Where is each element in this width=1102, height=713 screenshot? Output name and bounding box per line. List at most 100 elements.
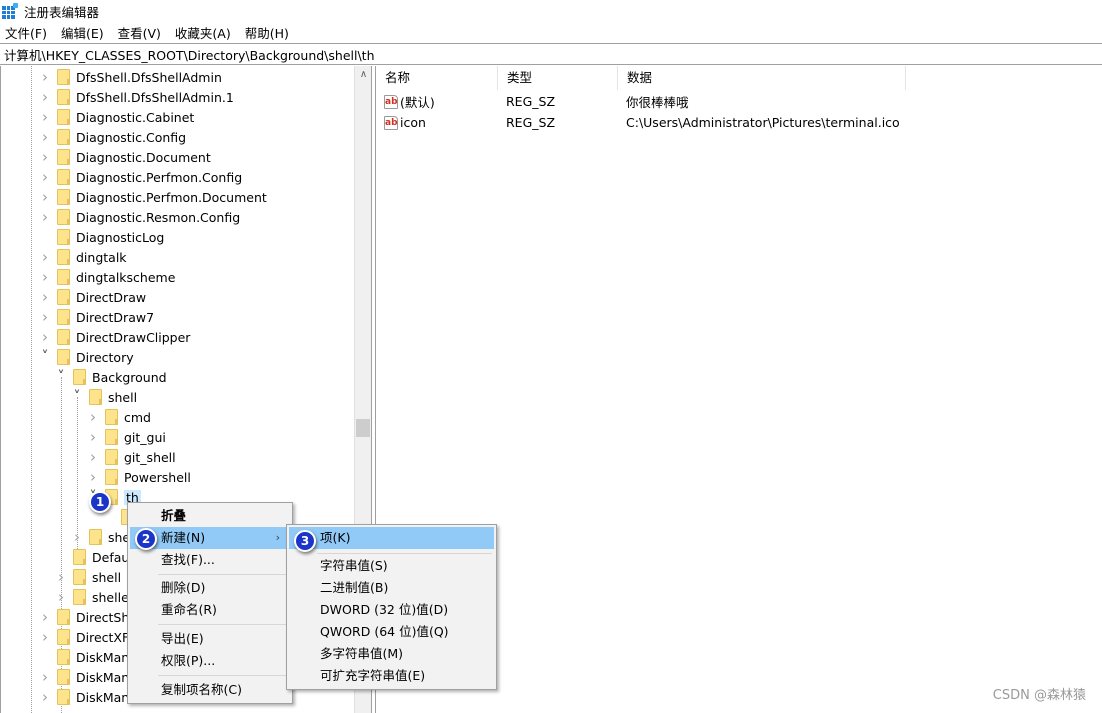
expand-chevron-icon[interactable]: › — [39, 167, 51, 187]
column-name[interactable]: 名称 — [376, 66, 498, 90]
expand-chevron-icon[interactable]: › — [39, 267, 51, 287]
address-bar[interactable]: 计算机\HKEY_CLASSES_ROOT\Directory\Backgrou… — [0, 43, 1102, 65]
menu-help[interactable]: 帮助(H) — [245, 23, 289, 42]
column-type[interactable]: 类型 — [498, 66, 618, 90]
menu-new-binary[interactable]: 二进制值(B) — [289, 577, 494, 599]
tree-item[interactable]: › dingtalk — [39, 247, 127, 267]
folder-icon — [57, 269, 70, 285]
tree-item-label: DirectDraw — [76, 289, 147, 305]
tree-item[interactable]: › cmd — [87, 407, 151, 427]
menu-export[interactable]: 导出(E) — [130, 628, 290, 650]
tree-connector — [39, 647, 51, 667]
tree-item[interactable]: › Diagnostic.Document — [39, 147, 211, 167]
tree-connector — [39, 227, 51, 247]
menu-view[interactable]: 查看(V) — [118, 23, 161, 42]
expand-chevron-icon[interactable]: › — [39, 247, 51, 267]
tree-item[interactable]: › dingtalkscheme — [39, 267, 175, 287]
expand-chevron-icon[interactable]: › — [39, 287, 51, 307]
collapse-chevron-icon[interactable]: ˅ — [71, 387, 83, 407]
tree-item[interactable]: ˅ shell — [71, 387, 137, 407]
menu-separator — [158, 574, 288, 575]
tree-item[interactable]: › she — [71, 527, 130, 547]
expand-chevron-icon[interactable]: › — [39, 67, 51, 87]
tree-item-label: Powershell — [124, 469, 191, 485]
value-row[interactable]: ab icon REG_SZ C:\Users\Administrator\Pi… — [376, 112, 1102, 133]
value-row[interactable]: ab (默认) REG_SZ 你很棒棒哦 — [376, 91, 1102, 112]
menu-collapse[interactable]: 折叠 — [130, 505, 290, 527]
tree-item[interactable]: › git_gui — [87, 427, 166, 447]
expand-chevron-icon[interactable]: › — [55, 587, 67, 607]
expand-chevron-icon[interactable]: › — [39, 687, 51, 707]
expand-chevron-icon[interactable]: › — [39, 127, 51, 147]
column-data[interactable]: 数据 — [618, 66, 906, 90]
expand-chevron-icon[interactable]: › — [39, 627, 51, 647]
step-badge-2: 2 — [135, 528, 157, 550]
expand-chevron-icon[interactable]: › — [87, 447, 99, 467]
folder-icon — [57, 289, 70, 305]
expand-chevron-icon[interactable]: › — [87, 407, 99, 427]
menu-new-string[interactable]: 字符串值(S) — [289, 555, 494, 577]
menu-find[interactable]: 查找(F)... — [130, 549, 290, 571]
collapse-chevron-icon[interactable]: ˅ — [39, 347, 51, 367]
tree-item[interactable]: › Diagnostic.Perfmon.Config — [39, 167, 242, 187]
scroll-up-icon[interactable]: ∧ — [355, 68, 371, 82]
expand-chevron-icon[interactable]: › — [39, 187, 51, 207]
tree-item[interactable]: › DirectDraw — [39, 287, 146, 307]
menu-new-dword[interactable]: DWORD (32 位)值(D) — [289, 599, 494, 621]
folder-icon — [73, 549, 86, 565]
tree-item[interactable]: › Powershell — [87, 467, 191, 487]
tree-item[interactable]: › Diagnostic.Config — [39, 127, 186, 147]
tree-item[interactable]: › Diagnostic.Perfmon.Document — [39, 187, 267, 207]
value-name: (默认) — [400, 95, 435, 110]
menu-favorites[interactable]: 收藏夹(A) — [175, 23, 231, 42]
expand-chevron-icon[interactable]: › — [39, 207, 51, 227]
tree-item[interactable]: › DirectSho — [39, 607, 137, 627]
menu-rename[interactable]: 重命名(R) — [130, 599, 290, 621]
tree-item[interactable]: › shellex — [55, 587, 136, 607]
menu-new-key[interactable]: 项(K) — [289, 527, 494, 549]
tree-item[interactable]: › Diagnostic.Resmon.Config — [39, 207, 240, 227]
menu-new-expandstring[interactable]: 可扩充字符串值(E) — [289, 665, 494, 687]
address-path[interactable]: 计算机\HKEY_CLASSES_ROOT\Directory\Backgrou… — [4, 45, 375, 64]
tree-item[interactable]: › git_shell — [87, 447, 176, 467]
menu-new-multistring[interactable]: 多字符串值(M) — [289, 643, 494, 665]
expand-chevron-icon[interactable]: › — [39, 607, 51, 627]
tree-item-label: Directory — [76, 349, 134, 365]
menu-edit[interactable]: 编辑(E) — [61, 23, 104, 42]
tree-item[interactable]: › DirectDraw7 — [39, 307, 154, 327]
expand-chevron-icon[interactable]: › — [39, 107, 51, 127]
tree-item-label: Background — [92, 369, 167, 385]
tree-item[interactable]: DiskMan — [39, 647, 129, 667]
expand-chevron-icon[interactable]: › — [39, 667, 51, 687]
tree-item[interactable]: › shell — [55, 567, 121, 587]
expand-chevron-icon[interactable]: › — [87, 467, 99, 487]
menu-delete[interactable]: 删除(D) — [130, 577, 290, 599]
expand-chevron-icon[interactable]: › — [39, 307, 51, 327]
expand-chevron-icon[interactable]: › — [87, 427, 99, 447]
tree-item[interactable]: Defaul — [55, 547, 133, 567]
tree-item[interactable]: DiagnosticLog — [39, 227, 164, 247]
tree-item[interactable]: › DfsShell.DfsShellAdmin.1 — [39, 87, 234, 107]
tree-item[interactable]: › DiskMan — [39, 687, 129, 707]
menu-copy-key-name[interactable]: 复制项名称(C) — [130, 679, 290, 701]
tree-item[interactable]: ˅ Background — [55, 367, 167, 387]
tree-item[interactable]: › DirectDrawClipper — [39, 327, 190, 347]
folder-icon — [89, 529, 102, 545]
menu-permissions[interactable]: 权限(P)... — [130, 650, 290, 672]
tree-item-label: dingtalk — [76, 249, 127, 265]
scroll-thumb[interactable] — [356, 419, 370, 437]
collapse-chevron-icon[interactable]: ˅ — [55, 367, 67, 387]
expand-chevron-icon[interactable]: › — [71, 527, 83, 547]
expand-chevron-icon[interactable]: › — [39, 327, 51, 347]
expand-chevron-icon[interactable]: › — [55, 567, 67, 587]
tree-item[interactable]: › Diagnostic.Cabinet — [39, 107, 194, 127]
tree-item-label: Diagnostic.Perfmon.Document — [76, 189, 267, 205]
tree-item[interactable]: › DfsShell.DfsShellAdmin — [39, 67, 222, 87]
expand-chevron-icon[interactable]: › — [39, 147, 51, 167]
menu-file[interactable]: 文件(F) — [5, 23, 47, 42]
expand-chevron-icon[interactable]: › — [39, 87, 51, 107]
tree-item[interactable]: ˅ Directory — [39, 347, 134, 367]
tree-item[interactable]: › DirectXFi — [39, 627, 132, 647]
menu-new-qword[interactable]: QWORD (64 位)值(Q) — [289, 621, 494, 643]
tree-item[interactable]: › DiskMan — [39, 667, 129, 687]
